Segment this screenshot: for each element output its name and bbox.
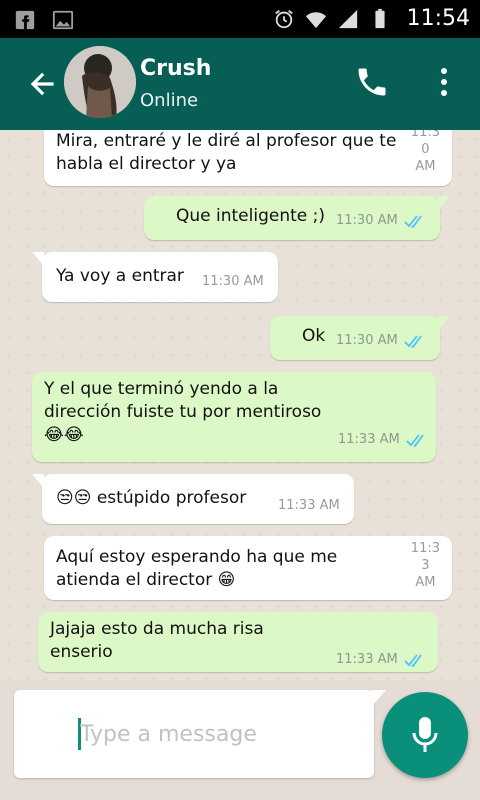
message-text: Aquí estoy esperando ha que me atienda e… (56, 547, 343, 590)
message-meta: 11:30 AM (336, 209, 426, 232)
message-bubble[interactable]: Ok 11:30 AM (270, 316, 450, 360)
message-time: 11:33 AM (336, 652, 398, 667)
message-bubble[interactable]: Aquí estoy esperando ha que me atienda e… (44, 536, 452, 600)
double-check-icon (404, 334, 422, 348)
alarm-icon (274, 9, 293, 28)
status-time: 11:54 (406, 6, 470, 31)
message-time: 11:30 AM (336, 333, 398, 348)
message-list[interactable]: Mira, entraré y le diré al profesor que … (0, 130, 480, 680)
message-text: Mira, entraré y le diré al profesor que … (56, 131, 402, 174)
message-bubble[interactable]: 😒😒 estúpido profesor 11:33 AM (32, 474, 354, 524)
facebook-icon (15, 10, 35, 30)
message-bubble[interactable]: Y el que terminó yendo a la dirección fu… (32, 372, 436, 462)
message-time: 11:33 AM (338, 432, 400, 447)
back-arrow-icon[interactable] (22, 64, 62, 104)
message-meta: 11:33 AM (338, 428, 428, 451)
message-time: 11:30 AM (336, 213, 398, 228)
avatar[interactable] (64, 46, 136, 118)
phone-icon[interactable] (354, 64, 390, 100)
double-check-icon (404, 653, 422, 667)
message-text: Jajaja esto da mucha risa enserio (50, 619, 270, 662)
message-bubble[interactable]: Ya voy a entrar 11:30 AM (32, 252, 278, 302)
message-time: 11:3 3 AM (410, 541, 440, 590)
message-text: 😒😒 estúpido profesor (56, 488, 247, 508)
message-input[interactable] (80, 716, 360, 752)
image-icon (52, 10, 74, 30)
contact-name[interactable]: Crush (140, 56, 211, 81)
message-text: Que inteligente ;) (176, 206, 325, 226)
composer (14, 690, 386, 778)
message-bubble[interactable]: Mira, entraré y le diré al profesor que … (44, 130, 452, 186)
contact-status: Online (140, 90, 199, 111)
wifi-icon (305, 11, 326, 28)
mic-button[interactable] (382, 692, 468, 778)
chat-header: Crush Online (0, 38, 480, 130)
message-meta: 11:33 AM (336, 648, 426, 671)
message-text: Y el que terminó yendo a la dirección fu… (44, 379, 322, 445)
status-bar: 11:54 (0, 0, 480, 38)
double-check-icon (404, 214, 422, 228)
message-time: 11:30 AM (202, 274, 264, 289)
message-text: Ya voy a entrar (56, 266, 184, 286)
message-text: Ok (302, 326, 326, 346)
message-bubble[interactable]: Que inteligente ;) 11:30 AM (144, 196, 450, 240)
mic-icon (412, 717, 438, 752)
more-vert-icon[interactable] (432, 64, 456, 100)
signal-icon (338, 9, 357, 28)
message-time: 11:3 0 AM (410, 130, 440, 174)
battery-icon (375, 8, 385, 28)
message-time: 11:33 AM (278, 498, 340, 513)
double-check-icon (406, 433, 424, 447)
message-meta: 11:30 AM (336, 329, 426, 352)
message-bubble[interactable]: Jajaja esto da mucha risa enserio 11:33 … (38, 612, 438, 672)
